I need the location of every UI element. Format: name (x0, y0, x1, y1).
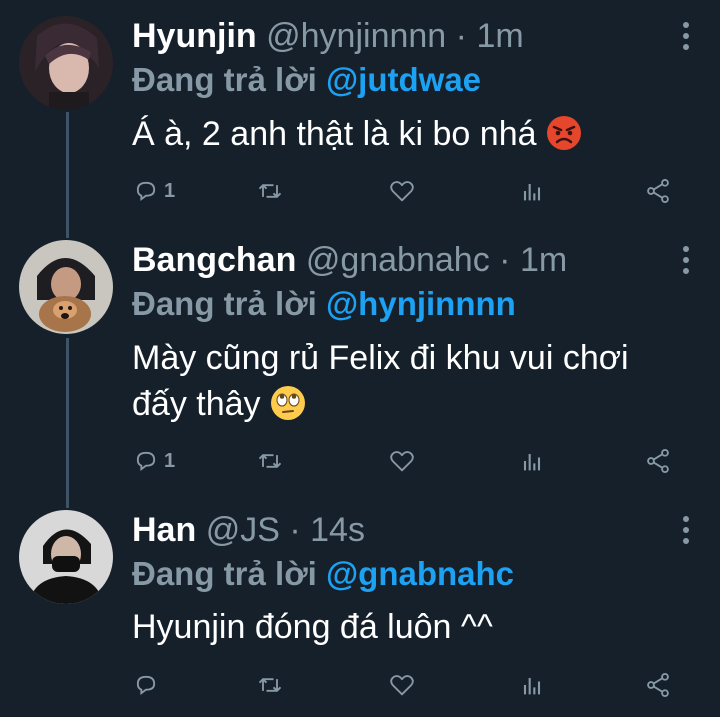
reply-count: 1 (164, 179, 176, 202)
reply-button[interactable]: 1 (132, 444, 175, 478)
replying-to-handle[interactable]: @gnabnahc (326, 555, 514, 592)
avatar-image (19, 240, 113, 334)
heart-icon (390, 181, 414, 202)
replying-to: Đang trả lời @jutdwae (132, 60, 481, 100)
analytics-icon (523, 454, 541, 471)
like-button[interactable] (388, 174, 416, 208)
heart-icon (390, 675, 414, 696)
tweet[interactable]: Han @JS · 14s Đang trả lời @gnabnahc Hyu… (0, 510, 720, 710)
replying-to-handle[interactable]: @hynjinnnn (326, 285, 516, 322)
reply-button[interactable]: 1 (132, 174, 175, 208)
user-handle[interactable]: @JS (206, 511, 280, 549)
reply-icon (136, 451, 156, 472)
avatar-image (19, 16, 113, 110)
analytics-icon (523, 184, 541, 201)
share-button[interactable] (644, 174, 672, 208)
share-button[interactable] (644, 668, 672, 702)
analytics-icon (523, 678, 541, 695)
share-icon (647, 672, 669, 698)
separator-dot: · (499, 241, 511, 279)
retweet-icon (258, 454, 282, 468)
tweet[interactable]: Hyunjin @hynjinnnn · 1m Đang trả lời @ju… (0, 16, 720, 216)
tweet-text: Mày cũng rủ Felix đi khu vui chơi đấy th… (132, 335, 702, 427)
tweet-actions (132, 668, 692, 702)
avatar-image (19, 510, 113, 604)
like-button[interactable] (388, 444, 416, 478)
reply-button[interactable] (132, 668, 164, 702)
reply-count: 1 (164, 449, 176, 472)
separator-dot: · (289, 511, 301, 549)
avatar[interactable] (19, 16, 113, 110)
tweet-text-line: Mày cũng rủ Felix đi khu vui chơi (132, 339, 629, 377)
tweet-header: Han @JS · 14s (132, 510, 365, 550)
share-icon (647, 448, 669, 474)
analytics-button[interactable] (518, 668, 546, 702)
tweet-text: Hyunjin đóng đá luôn ^^ (132, 604, 702, 650)
avatar[interactable] (19, 240, 113, 334)
rolling-eyes-emoji (270, 386, 305, 420)
heart-icon (390, 451, 414, 472)
more-vertical-icon[interactable] (682, 246, 690, 276)
separator-dot: · (455, 17, 467, 55)
display-name[interactable]: Han (132, 511, 196, 549)
replying-to-label: Đang trả lời (132, 555, 317, 592)
analytics-button[interactable] (518, 444, 546, 478)
tweet-actions: 1 (132, 174, 692, 208)
analytics-button[interactable] (518, 174, 546, 208)
like-button[interactable] (388, 668, 416, 702)
replying-to-handle[interactable]: @jutdwae (326, 61, 481, 98)
retweet-button[interactable] (256, 444, 284, 478)
tweet-actions: 1 (132, 444, 692, 478)
more-vertical-icon[interactable] (682, 22, 690, 52)
display-name[interactable]: Bangchan (132, 241, 296, 279)
replying-to-label: Đang trả lời (132, 285, 317, 322)
tweet[interactable]: Bangchan @gnabnahc · 1m Đang trả lời @hy… (0, 240, 720, 480)
tweet-text-line-2: đấy thây (132, 381, 702, 427)
tweet-text-content: đấy thây (132, 385, 261, 423)
retweet-button[interactable] (256, 668, 284, 702)
user-handle[interactable]: @hynjinnnn (266, 17, 446, 55)
tweet-header: Bangchan @gnabnahc · 1m (132, 240, 567, 280)
timestamp[interactable]: 1m (476, 17, 523, 55)
display-name[interactable]: Hyunjin (132, 17, 257, 55)
reply-icon (136, 181, 156, 202)
user-handle[interactable]: @gnabnahc (306, 241, 490, 279)
retweet-icon (258, 678, 282, 692)
more-vertical-icon[interactable] (682, 516, 690, 546)
timestamp[interactable]: 1m (520, 241, 567, 279)
replying-to-label: Đang trả lời (132, 61, 317, 98)
reply-icon (136, 675, 156, 696)
timestamp[interactable]: 14s (310, 511, 365, 549)
avatar[interactable] (19, 510, 113, 604)
angry-face-emoji (546, 116, 581, 150)
share-button[interactable] (644, 444, 672, 478)
tweet-text-content: Á à, 2 anh thật là ki bo nhá (132, 115, 537, 153)
replying-to: Đang trả lời @hynjinnnn (132, 284, 516, 324)
retweet-button[interactable] (256, 174, 284, 208)
share-icon (647, 178, 669, 204)
tweet-text-content: Hyunjin đóng đá luôn ^^ (132, 608, 493, 646)
replying-to: Đang trả lời @gnabnahc (132, 554, 514, 594)
retweet-icon (258, 184, 282, 198)
tweet-header: Hyunjin @hynjinnnn · 1m (132, 16, 524, 56)
tweet-text: Á à, 2 anh thật là ki bo nhá (132, 111, 702, 157)
